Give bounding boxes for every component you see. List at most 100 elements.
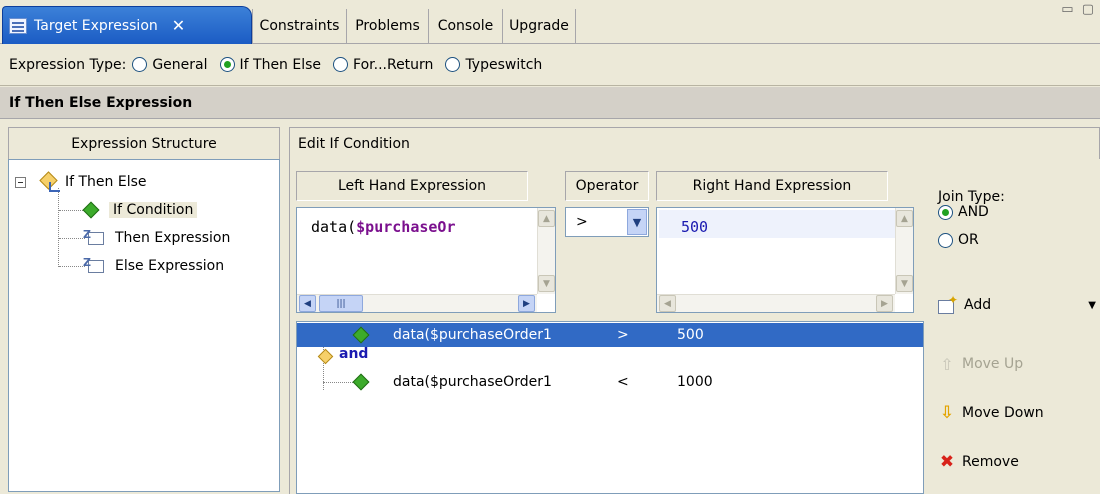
operator-select[interactable]: > ▼ [565,207,649,237]
tree-node-if-then-else[interactable]: If Then Else [15,170,147,194]
radio-typeswitch[interactable]: Typeswitch [445,57,542,73]
move-down-label: Move Down [962,405,1044,421]
condition-icon [82,201,100,219]
expression-structure-tree: If Then Else If Condition Z Then Express… [8,159,280,492]
tab-target-expression[interactable]: Target Expression ✕ [2,6,252,44]
section-title: If Then Else Expression [0,87,1100,119]
scroll-left-icon[interactable]: ◀ [659,295,676,312]
scroll-left-icon[interactable]: ◀ [299,295,316,312]
move-up-label: Move Up [962,356,1024,372]
tree-connector [58,188,59,267]
vertical-scrollbar[interactable]: ▲ ▼ [537,208,555,294]
condition-icon [352,373,370,391]
chevron-down-icon[interactable]: ▼ [1088,300,1096,311]
expression-icon: Z [83,229,105,247]
tab-upgrade[interactable]: Upgrade [502,9,576,43]
radio-join-and[interactable]: AND [938,204,989,220]
tab-console[interactable]: Console [428,9,502,43]
radio-label: If Then Else [239,56,322,73]
radio-if-then-else[interactable]: If Then Else [219,56,322,73]
radio-label: Typeswitch [465,56,543,73]
tree-node-label: If Then Else [65,174,147,190]
left-hand-expression-header: Left Hand Expression [296,171,528,201]
operator-header: Operator [565,171,649,201]
add-button[interactable]: Add ▼ [938,293,1098,314]
tree-node-label: If Condition [109,202,198,218]
left-hand-expression-editor[interactable]: data($purchaseOr ▲ ▼ ◀ ||| ▶ [296,207,556,313]
scroll-up-icon[interactable]: ▲ [896,210,913,227]
arrow-up-icon: ⇧ [940,354,954,374]
add-icon [938,293,958,314]
expression-icon: Z [83,257,105,275]
radio-for-return[interactable]: For...Return [333,57,433,73]
scroll-right-icon[interactable]: ▶ [876,295,893,312]
condition-icon [352,326,370,344]
condition-operator: > [617,327,629,343]
if-then-else-icon [39,173,60,192]
radio-join-or[interactable]: OR [938,232,979,248]
expression-type-label: Expression Type: [9,56,127,73]
left-expression-variable: $purchaseOr [356,218,456,236]
radio-circle[interactable] [333,57,349,72]
tab-problems[interactable]: Problems [346,9,428,43]
radio-label: For...Return [353,56,434,73]
radio-label: AND [958,204,989,220]
move-down-button[interactable]: ⇩ Move Down [938,403,1044,423]
tree-node-label: Then Expression [115,230,231,246]
tab-constraints[interactable]: Constraints [252,9,346,43]
remove-icon: ✖ [939,452,955,472]
remove-button[interactable]: ✖ Remove [938,452,1019,472]
editor-tab-bar: Target Expression ✕ Constraints Problems… [0,0,1100,44]
condition-value: 1000 [677,374,713,390]
condition-row[interactable]: data($purchaseOrder1 < 1000 [297,370,923,394]
radio-circle-selected[interactable] [219,57,235,72]
scroll-down-icon[interactable]: ▼ [538,275,555,292]
condition-operator: < [617,374,629,390]
expression-type-row: Expression Type: General If Then Else Fo… [0,44,1100,86]
tree-node-then-expression[interactable]: Z Then Expression [83,226,230,250]
window-controls[interactable]: ▭ ▢ [1061,2,1096,17]
chevron-down-icon[interactable]: ▼ [627,209,647,235]
join-row[interactable]: and [297,346,923,370]
tree-node-if-condition[interactable]: If Condition [82,198,198,222]
radio-circle[interactable] [938,232,953,248]
radio-circle[interactable] [132,57,148,72]
expression-structure-header: Expression Structure [8,127,280,159]
scroll-down-icon[interactable]: ▼ [896,275,913,292]
tree-node-label: Else Expression [115,258,225,274]
condition-row-selected[interactable]: data($purchaseOrder1 > 500 [297,323,923,347]
collapse-icon[interactable] [15,177,26,188]
radio-general[interactable]: General [132,56,208,73]
close-tab-icon[interactable]: ✕ [172,16,185,35]
tab-label: Target Expression [34,17,158,34]
condition-value: 500 [677,327,704,343]
edit-condition-panel: Left Hand Expression Operator Right Hand… [289,159,1100,494]
scroll-thumb[interactable]: ||| [319,295,363,312]
radio-label: OR [958,232,979,248]
join-label: and [339,346,369,362]
move-up-button[interactable]: ⇧ Move Up [938,354,1024,374]
radio-label: General [152,56,208,73]
conditions-list[interactable]: data($purchaseOrder1 > 500 and data($pur… [296,321,924,494]
scroll-up-icon[interactable]: ▲ [538,210,555,227]
add-label: Add [964,297,992,313]
condition-expression: data($purchaseOrder1 [393,374,552,390]
right-expression-text[interactable]: 500 [659,210,895,238]
scroll-right-icon[interactable]: ▶ [518,295,535,312]
expression-editor-icon [9,17,27,34]
radio-circle[interactable] [445,57,461,72]
right-hand-expression-editor[interactable]: 500 ▲ ▼ ◀ ▶ [656,207,914,313]
tree-connector [59,210,85,211]
condition-expression: data($purchaseOrder1 [393,327,552,343]
tree-connector [59,266,85,267]
operator-value: > [576,214,588,230]
vertical-scrollbar[interactable]: ▲ ▼ [895,208,913,294]
radio-circle-selected[interactable] [938,204,953,220]
tree-connector [59,238,85,239]
arrow-down-icon: ⇩ [939,403,955,423]
left-expression-text[interactable]: data($purchaseOr [311,218,531,236]
tree-node-else-expression[interactable]: Z Else Expression [83,254,224,278]
join-icon [317,349,333,365]
horizontal-scrollbar[interactable]: ◀ ▶ [657,294,895,312]
horizontal-scrollbar[interactable]: ◀ ||| ▶ [297,294,537,312]
